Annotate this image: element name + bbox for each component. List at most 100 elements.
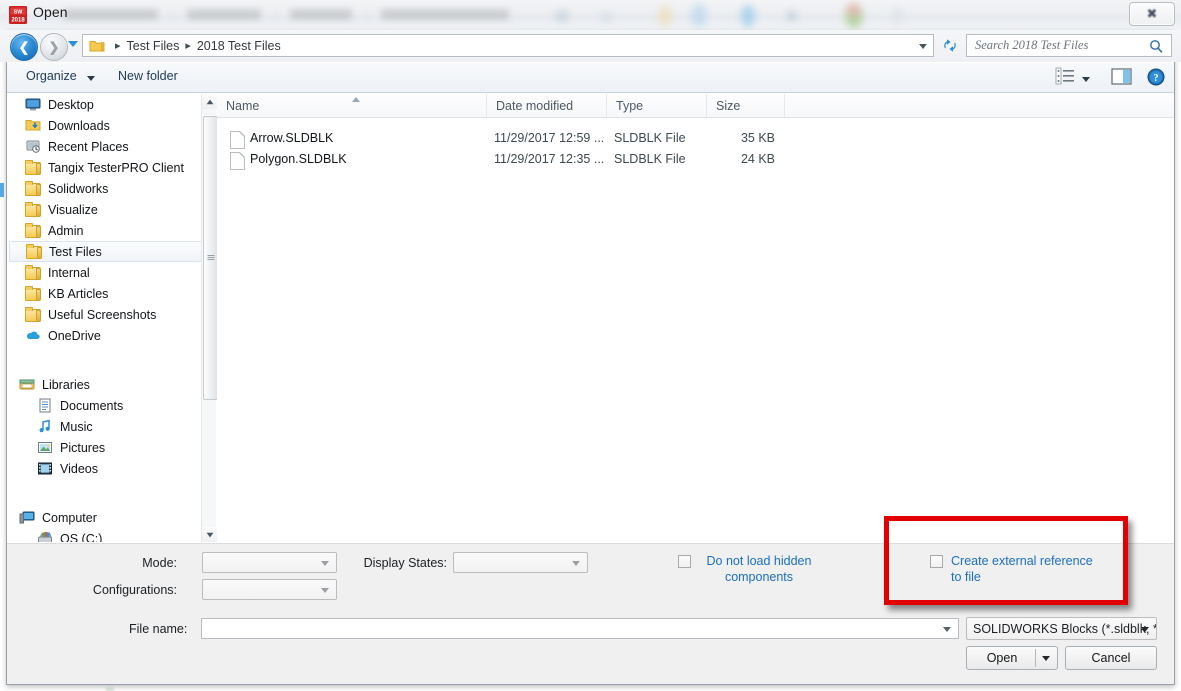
new-folder-button[interactable]: New folder [118,69,178,83]
sidebar-item-visualize[interactable]: Visualize [7,199,207,220]
chevron-down-icon[interactable] [87,76,95,81]
libraries-icon [19,377,35,392]
history-dropdown-icon[interactable] [68,41,78,47]
sidebar-item-label: Internal [48,265,90,280]
back-button[interactable]: ❮ [10,33,38,61]
file-name: Arrow.SLDBLK [250,131,334,145]
sidebar-item-useful-screenshots[interactable]: Useful Screenshots [7,304,207,325]
file-type: SLDBLK File [614,131,686,145]
sidebar-item-label: OneDrive [48,328,101,343]
column-header-size[interactable]: Size [707,94,785,117]
folder-icon [25,181,41,196]
file-type-dropdown[interactable]: SOLIDWORKS Blocks (*.sldblk, * [966,617,1157,640]
close-button[interactable]: ✖ [1129,2,1175,26]
mode-dropdown[interactable] [202,552,337,573]
column-header-type[interactable]: Type [607,94,707,117]
mode-label: Mode: [142,556,177,570]
do-not-load-hidden-label[interactable]: Do not load hidden components [699,553,819,585]
hard-drive-icon [37,531,53,542]
navigation-pane-scrollbar[interactable] [201,94,218,542]
sidebar-item-label: OS (C:) [60,531,103,543]
chevron-down-icon [321,588,329,593]
sidebar-item-videos[interactable]: Videos [7,458,207,479]
preview-pane-button[interactable] [1111,67,1133,91]
sidebar-item-desktop[interactable]: Desktop [7,94,207,115]
organize-button[interactable]: Organize [26,69,77,83]
sidebar-item-label: Videos [60,461,98,476]
column-header-date-modified[interactable]: Date modified [487,94,607,117]
create-external-reference-checkbox[interactable] [930,555,943,568]
configurations-dropdown[interactable] [202,579,337,600]
pictures-library-icon [37,440,53,455]
configurations-label: Configurations: [92,583,177,597]
open-button[interactable]: Open [966,646,1058,670]
sidebar-item-os-c[interactable]: OS (C:) [7,528,207,542]
title-bar: SW 2018 Open ✖ [0,0,1181,30]
forward-arrow-icon: ❯ [48,39,60,55]
column-label: Date modified [496,98,574,113]
breadcrumb-item-1[interactable]: 2018 Test Files [197,39,281,53]
help-button[interactable]: ? [1147,68,1165,91]
chevron-down-icon[interactable] [1042,656,1050,661]
search-placeholder: Search 2018 Test Files [975,38,1089,52]
toolbar: Organize New folder ? [7,63,1174,93]
refresh-button[interactable] [939,34,961,57]
chevron-down-icon[interactable] [943,627,951,632]
solidworks-2018-icon: SW 2018 [8,5,28,25]
sidebar-item-test-files[interactable]: Test Files [9,241,205,262]
file-name-input[interactable] [201,618,959,639]
file-list[interactable]: Name Date modified Type Size Arrow.SLDBL… [217,94,1174,542]
svg-text:SW: SW [14,10,24,16]
sidebar-item-tangix-testerpro-client[interactable]: Tangix TesterPRO Client [7,157,207,178]
scroll-up-button[interactable] [202,94,217,109]
background-ribbon-ghost [64,6,509,23]
options-panel: Mode: Configurations: Display States: Do… [7,543,1174,618]
svg-text:?: ? [1154,73,1159,84]
table-row[interactable]: Polygon.SLDBLK 11/29/2017 12:35 ... SLDB… [217,150,1174,171]
do-not-load-hidden-checkbox[interactable] [678,555,691,568]
column-header-name[interactable]: Name [217,94,487,117]
music-library-icon [37,419,53,434]
scroll-down-button[interactable] [202,527,217,542]
forward-button[interactable]: ❯ [40,33,68,61]
sidebar-group-divider [7,346,207,360]
folder-icon [25,286,41,301]
sidebar-item-solidworks[interactable]: Solidworks [7,178,207,199]
table-row[interactable]: Arrow.SLDBLK 11/29/2017 12:59 ... SLDBLK… [217,129,1174,150]
sidebar-item-recent-places[interactable]: Recent Places [7,136,207,157]
sidebar-item-kb-articles[interactable]: KB Articles [7,283,207,304]
sidebar-item-documents[interactable]: Documents [7,395,207,416]
cancel-button-label: Cancel [1091,651,1131,665]
sidebar-item-downloads[interactable]: Downloads [7,115,207,136]
sidebar-item-label: Computer [42,510,97,525]
file-size: 24 KB [740,152,775,166]
sidebar-item-music[interactable]: Music [7,416,207,437]
create-external-reference-label[interactable]: Create external reference to file [951,553,1096,585]
scrollbar-thumb[interactable] [203,116,218,400]
breadcrumb-bar[interactable]: ▸ Test Files ▸ 2018 Test Files [82,34,934,57]
breadcrumb-dropdown-icon[interactable] [919,44,927,49]
cancel-button[interactable]: Cancel [1065,646,1157,670]
sidebar-group-divider [7,360,207,374]
onedrive-cloud-icon [25,328,41,343]
sidebar-item-onedrive[interactable]: OneDrive [7,325,207,346]
sidebar-item-pictures[interactable]: Pictures [7,437,207,458]
sidebar-item-libraries[interactable]: Libraries [7,374,207,395]
breadcrumb-item-0[interactable]: Test Files [127,39,180,53]
sidebar-item-admin[interactable]: Admin [7,220,207,241]
documents-library-icon [37,398,53,413]
search-input[interactable]: Search 2018 Test Files [966,34,1172,57]
folder-icon [25,202,41,217]
view-mode-button[interactable] [1055,67,1075,90]
sidebar-item-computer[interactable]: Computer [7,507,207,528]
display-states-dropdown[interactable] [453,552,588,573]
chevron-down-icon [321,561,329,566]
breadcrumb-separator-0: ▸ [115,40,121,52]
chevron-down-icon[interactable] [1082,77,1090,82]
navigation-pane[interactable]: Desktop Downloads Recent Places Tangix T… [7,94,208,542]
sidebar-item-label: Admin [48,223,84,238]
sidebar-item-internal[interactable]: Internal [7,262,207,283]
column-label: Name [226,98,260,113]
column-label: Size [716,98,741,113]
downloads-folder-icon [25,118,41,133]
